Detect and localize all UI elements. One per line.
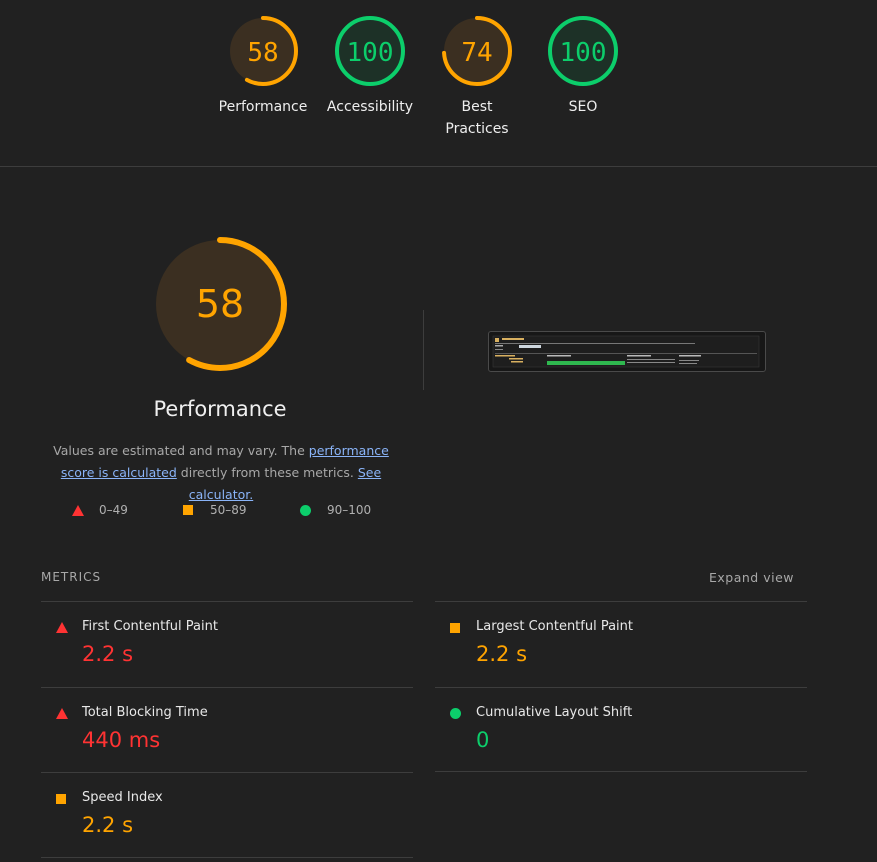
metrics-section-title: METRICS <box>41 570 102 584</box>
metric-value: 2.2 s <box>82 813 134 837</box>
metric-value: 2.2 s <box>476 642 528 666</box>
desc-text-2: directly from these metrics. <box>176 465 358 480</box>
vertical-divider <box>423 310 424 390</box>
triangle-icon <box>56 622 68 633</box>
metric-speed-index: Speed Index 2.2 s <box>41 772 413 858</box>
metric-value: 2.2 s <box>82 642 134 666</box>
desc-text-1: Values are estimated and may vary. The <box>53 443 309 458</box>
metric-label: Cumulative Layout Shift <box>476 705 633 720</box>
performance-gauge-ring: 58 <box>153 237 287 371</box>
gauge-seo[interactable]: 100 SEO <box>528 14 638 118</box>
legend-fail-label: 0–49 <box>99 503 128 517</box>
legend-pass-label: 90–100 <box>327 503 372 517</box>
square-icon <box>450 623 460 633</box>
gauge-accessibility-label: Accessibility <box>326 99 414 115</box>
fail-triangle-icon <box>72 504 84 516</box>
gauge-performance-value: 58 <box>247 38 278 68</box>
metric-cumulative-layout-shift: Cumulative Layout Shift 0 <box>435 687 807 773</box>
performance-score-value: 58 <box>196 282 244 326</box>
score-summary-bar: 58 Performance 100 Accessibility 74 Best… <box>0 0 877 167</box>
gauge-best-practices-label: Best Practices <box>445 99 509 137</box>
performance-description: Values are estimated and may vary. The p… <box>36 440 406 506</box>
pass-circle-icon <box>300 504 311 516</box>
gauge-accessibility[interactable]: 100 Accessibility <box>315 14 425 118</box>
expand-view-button[interactable]: Expand view <box>709 570 794 585</box>
performance-score-gauge: 58 <box>150 234 290 374</box>
metric-value: 440 ms <box>82 728 161 752</box>
thumbnail-image <box>492 335 760 368</box>
legend-pass: 90–100 <box>300 503 371 517</box>
gauge-seo-ring: 100 <box>548 16 618 86</box>
metric-total-blocking-time: Total Blocking Time 440 ms <box>41 687 413 773</box>
legend-average: 50–89 <box>183 503 247 517</box>
gauge-best-practices-value: 74 <box>461 38 492 68</box>
metric-first-contentful-paint: First Contentful Paint 2.2 s <box>41 601 413 687</box>
metric-label: Total Blocking Time <box>82 705 208 720</box>
metric-largest-contentful-paint: Largest Contentful Paint 2.2 s <box>435 601 807 687</box>
final-screenshot-thumbnail[interactable] <box>488 331 766 372</box>
square-icon <box>56 794 66 804</box>
metric-value: 0 <box>476 728 490 752</box>
gauge-seo-value: 100 <box>560 38 607 68</box>
lighthouse-report: 58 Performance 100 Accessibility 74 Best… <box>0 0 877 862</box>
metric-label: Largest Contentful Paint <box>476 619 634 634</box>
gauge-best-practices-ring: 74 <box>442 16 512 86</box>
gauge-seo-label: SEO <box>568 99 598 115</box>
gauge-performance-label: Performance <box>218 99 308 115</box>
metric-label: First Contentful Paint <box>82 619 218 634</box>
legend-fail: 0–49 <box>72 503 128 517</box>
gauge-best-practices[interactable]: 74 Best Practices <box>422 14 532 140</box>
gauge-performance-ring: 58 <box>228 16 298 86</box>
gauge-performance[interactable]: 58 Performance <box>208 14 318 118</box>
metric-label: Speed Index <box>82 790 163 805</box>
average-square-icon <box>183 505 193 515</box>
gauge-accessibility-ring: 100 <box>335 16 405 86</box>
performance-title: Performance <box>153 397 287 421</box>
metric-divider <box>435 771 807 772</box>
gauge-accessibility-value: 100 <box>347 38 394 68</box>
circle-icon <box>450 708 461 719</box>
triangle-icon <box>56 708 68 719</box>
metric-divider <box>41 857 413 858</box>
legend-average-label: 50–89 <box>210 503 247 517</box>
